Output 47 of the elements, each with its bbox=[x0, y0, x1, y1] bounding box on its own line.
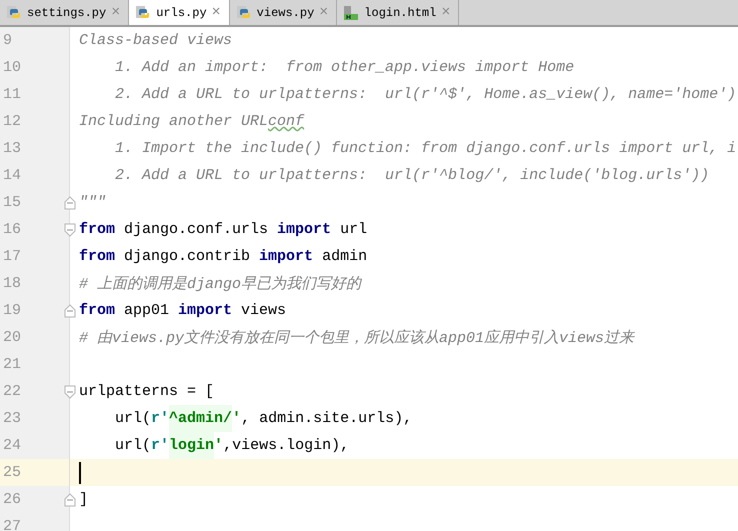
line-number: 21 bbox=[3, 356, 22, 373]
fold-icon[interactable] bbox=[64, 222, 76, 236]
code-line: url(r'login',views.login), bbox=[79, 432, 350, 459]
line-number: 18 bbox=[3, 275, 22, 292]
line-number: 25 bbox=[3, 464, 22, 481]
code-line: 1. Add an import: from other_app.views import Home bbox=[114, 58, 574, 78]
code-line: ] bbox=[79, 490, 88, 510]
python-file-icon bbox=[135, 4, 152, 20]
line-number: 19 bbox=[3, 302, 22, 319]
code-line: Including another URLconf bbox=[79, 112, 304, 132]
html-file-icon bbox=[343, 4, 360, 20]
fold-end-icon[interactable] bbox=[64, 492, 76, 506]
line-number: 22 bbox=[3, 383, 22, 400]
line-number: 15 bbox=[3, 194, 22, 211]
fold-end-icon[interactable] bbox=[64, 304, 76, 318]
code-line: from django.conf.urls import url bbox=[79, 220, 368, 240]
code-line: """ bbox=[79, 193, 106, 213]
code-line: from django.contrib import admin bbox=[79, 247, 368, 267]
code-line: # 上面的调用是django早已为我们写好的 bbox=[79, 274, 362, 295]
code-line: 1. Import the include() function: from django.conf.urls import url, i bbox=[114, 139, 736, 159]
python-file-icon bbox=[6, 4, 22, 20]
fold-end-icon[interactable] bbox=[64, 196, 76, 210]
line-number: 12 bbox=[3, 113, 22, 130]
line-number: 11 bbox=[3, 86, 22, 103]
code-line: url(r'^admin/', admin.site.urls), bbox=[79, 405, 412, 432]
code-line: 2. Add a URL to urlpatterns: url(r'^blog/', include('blog.urls')) bbox=[114, 166, 710, 186]
line-number: 10 bbox=[3, 59, 22, 76]
line-number: 27 bbox=[3, 518, 22, 531]
line-number: 20 bbox=[3, 329, 22, 346]
fold-icon[interactable] bbox=[64, 384, 76, 398]
code-line: # 由views.py文件没有放在同一个包里，所以应该从app01应用中引入views过来 bbox=[79, 328, 634, 349]
code-line: urlpatterns = [ bbox=[79, 382, 214, 402]
line-number: 13 bbox=[3, 140, 22, 157]
text-cursor bbox=[79, 462, 81, 484]
line-number: 9 bbox=[3, 32, 12, 49]
line-number: 17 bbox=[3, 248, 22, 265]
line-number: 16 bbox=[3, 221, 22, 238]
line-number: 24 bbox=[3, 437, 22, 454]
file-tab[interactable]: urls.py × bbox=[129, 0, 230, 25]
line-number: 14 bbox=[3, 167, 22, 184]
file-tab[interactable]: views.py × bbox=[230, 0, 338, 25]
code-line: 2. Add a URL to urlpatterns: url(r'^$', Home.as_view(), name='home') bbox=[114, 85, 736, 105]
python-file-icon bbox=[236, 4, 252, 20]
code-line: from app01 import views bbox=[79, 301, 286, 321]
code-line: Class-based views bbox=[79, 31, 232, 51]
line-number: 26 bbox=[3, 491, 22, 508]
line-number: 23 bbox=[3, 410, 22, 427]
